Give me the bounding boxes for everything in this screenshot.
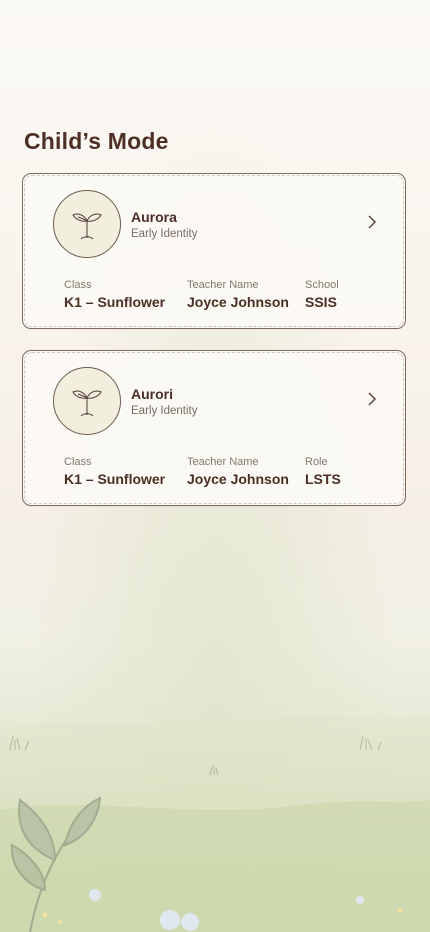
child-card[interactable]: Aurori Early Identity Class K1 – Sunflow…	[22, 350, 406, 506]
avatar	[53, 367, 121, 435]
sprout-icon	[72, 213, 102, 240]
school-label: School	[305, 279, 339, 291]
child-name: Aurora	[131, 209, 177, 225]
class-value: K1 – Sunflower	[64, 471, 166, 487]
chevron-right-icon[interactable]	[365, 214, 379, 230]
role-value: LSTS	[305, 471, 341, 487]
child-program: Early Identity	[131, 228, 198, 240]
page-title: Child’s Mode	[24, 128, 169, 154]
child-card[interactable]: Aurora Early Identity Class K1 – Sunflow…	[22, 173, 406, 329]
teacher-name-value: Joyce Johnson	[187, 294, 289, 310]
meadow-background	[0, 640, 430, 932]
role-label: Role	[305, 456, 328, 468]
class-label: Class	[64, 456, 92, 468]
teacher-name-label: Teacher Name	[187, 279, 259, 291]
sprout-icon	[72, 390, 102, 417]
avatar	[53, 190, 121, 258]
school-value: SSIS	[305, 294, 337, 310]
class-label: Class	[64, 279, 92, 291]
class-value: K1 – Sunflower	[64, 294, 166, 310]
chevron-right-icon[interactable]	[365, 391, 379, 407]
child-name: Aurori	[131, 386, 173, 402]
child-program: Early Identity	[131, 405, 198, 417]
teacher-name-label: Teacher Name	[187, 456, 259, 468]
teacher-name-value: Joyce Johnson	[187, 471, 289, 487]
